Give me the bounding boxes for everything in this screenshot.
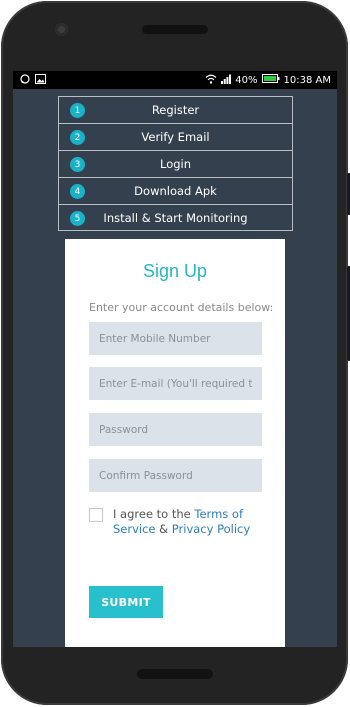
signal-icon (221, 74, 232, 87)
status-bar: 40% 10:38 AM (13, 71, 337, 89)
step-number: 5 (70, 211, 85, 226)
email-input[interactable] (89, 367, 262, 400)
step-number: 1 (70, 103, 85, 118)
step-download-apk: 4 Download Apk (59, 178, 292, 205)
mobile-number-input[interactable] (89, 322, 262, 355)
bottom-speaker (137, 669, 213, 679)
whatsapp-icon (20, 73, 30, 87)
status-time: 10:38 AM (283, 74, 331, 86)
step-label: Install & Start Monitoring (103, 211, 248, 225)
earpiece-speaker (142, 25, 208, 34)
step-label: Download Apk (134, 184, 217, 198)
screen: 40% 10:38 AM 1 Register 2 Verify Email 3… (13, 71, 337, 647)
password-input[interactable] (89, 413, 262, 446)
confirm-password-input[interactable] (89, 459, 262, 492)
step-label: Register (151, 103, 200, 117)
battery-percent: 40% (235, 74, 258, 86)
steps-list: 1 Register 2 Verify Email 3 Login 4 Down… (58, 96, 293, 231)
page-title: Sign Up (142, 261, 208, 281)
agree-prefix: I agree to the (113, 507, 195, 521)
submit-button[interactable]: SUBMIT (89, 586, 163, 618)
wifi-icon (205, 74, 217, 87)
step-verify-email: 2 Verify Email (59, 124, 292, 151)
image-icon (35, 73, 46, 87)
step-label: Login (159, 157, 192, 171)
step-number: 3 (70, 157, 85, 172)
privacy-policy-link[interactable]: Privacy Policy (172, 522, 250, 536)
terms-agreement: I agree to the Terms of Service & Privac… (89, 507, 269, 537)
agree-mid: & (155, 522, 172, 536)
step-number: 4 (70, 184, 85, 199)
status-left (13, 73, 46, 87)
step-login: 3 Login (59, 151, 292, 178)
status-right: 40% 10:38 AM (205, 74, 337, 87)
battery-icon (261, 74, 280, 86)
terms-text: I agree to the Terms of Service & Privac… (89, 507, 269, 537)
signup-card: Sign Up Enter your account details below… (65, 239, 285, 647)
step-install-monitoring: 5 Install & Start Monitoring (59, 205, 292, 231)
step-label: Verify Email (141, 130, 210, 144)
phone-frame: 40% 10:38 AM 1 Register 2 Verify Email 3… (1, 1, 350, 705)
form-subtitle: Enter your account details below: (89, 301, 274, 314)
step-number: 2 (70, 130, 85, 145)
front-camera (55, 23, 68, 36)
step-register: 1 Register (59, 97, 292, 124)
terms-checkbox[interactable] (89, 508, 103, 522)
